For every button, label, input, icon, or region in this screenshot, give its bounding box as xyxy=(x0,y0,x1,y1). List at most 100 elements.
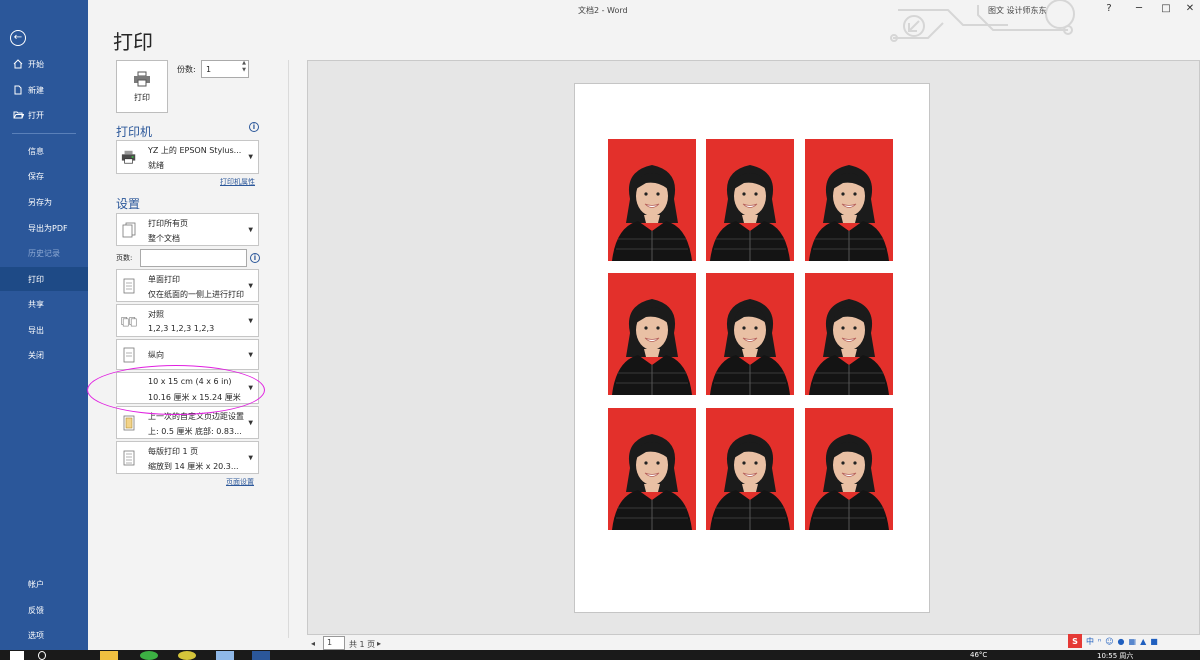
nav-share[interactable]: 共享 xyxy=(0,292,88,316)
nav-label: 信息 xyxy=(28,146,44,156)
maximize-button[interactable]: □ xyxy=(1159,3,1173,14)
id-photo xyxy=(608,408,696,530)
nav-open[interactable]: 打开 xyxy=(0,103,88,127)
help-button[interactable]: ? xyxy=(1102,3,1116,14)
account-name[interactable]: 图文 设计师东东 xyxy=(988,5,1047,16)
clock[interactable]: 10:55 周六 xyxy=(1097,651,1133,660)
microphone-icon[interactable]: ● xyxy=(1118,637,1125,646)
nav-home[interactable]: 开始 xyxy=(0,52,88,76)
back-arrow-icon: ← xyxy=(13,32,23,43)
punctuation-icon[interactable]: ⁿ xyxy=(1098,637,1101,646)
pages-icon xyxy=(121,221,137,239)
margins-icon xyxy=(121,414,137,432)
highlight-ellipse xyxy=(87,365,265,415)
nav-save-as[interactable]: 另存为 xyxy=(0,190,88,214)
nav-export-pdf[interactable]: 导出为PDF xyxy=(0,216,88,240)
print-range-select[interactable]: 打印所有页 整个文档 ▼ xyxy=(116,213,259,246)
dropdown-line2: 整个文档 xyxy=(148,234,180,243)
word-app-icon[interactable] xyxy=(252,651,270,660)
id-photo xyxy=(706,273,794,395)
ime-chinese-icon[interactable]: 中 xyxy=(1086,636,1094,647)
chevron-down-icon: ▼ xyxy=(248,454,253,461)
app-icon[interactable] xyxy=(178,651,196,660)
document-title: 文档2 - Word xyxy=(578,6,628,15)
emoji-icon[interactable]: ☺ xyxy=(1105,637,1113,646)
id-photo xyxy=(608,273,696,395)
print-button[interactable]: 打印 xyxy=(116,60,168,113)
shirt-icon[interactable]: ▲ xyxy=(1140,637,1146,646)
id-photo xyxy=(805,273,893,395)
id-photo xyxy=(805,408,893,530)
title-bar: 文档2 - Word 图文 设计师东东 ? ─ □ ✕ xyxy=(88,0,1200,42)
chevron-down-icon: ▼ xyxy=(248,317,253,324)
page-number-input[interactable]: 1 xyxy=(323,636,345,650)
id-photo xyxy=(706,139,794,261)
file-explorer-icon[interactable] xyxy=(100,651,118,660)
dropdown-line2: 缩放到 14 厘米 x 20.3... xyxy=(148,462,239,471)
nav-save[interactable]: 保存 xyxy=(0,164,88,188)
minimize-button[interactable]: ─ xyxy=(1132,3,1146,14)
spin-up-icon[interactable]: ▲ xyxy=(239,60,249,67)
nav-label: 选项 xyxy=(28,630,44,640)
chevron-down-icon: ▼ xyxy=(248,153,253,161)
nav-account[interactable]: 帐户 xyxy=(0,572,88,596)
nav-label: 导出为PDF xyxy=(28,223,68,233)
printer-device-icon xyxy=(121,148,137,166)
dropdown-line1: 打印所有页 xyxy=(148,219,188,228)
dropdown-line1: 单面打印 xyxy=(148,275,180,284)
dropdown-line2: 1,2,3 1,2,3 1,2,3 xyxy=(148,324,215,333)
copies-label: 份数: xyxy=(177,65,196,74)
home-icon xyxy=(12,58,24,70)
word-backstage: ← 开始 新建 打开 信息 保存 另存为 导出为PDF 历史记录 打印 共享 导… xyxy=(0,0,1200,660)
printer-properties-link[interactable]: 打印机属性 xyxy=(220,177,255,187)
close-button[interactable]: ✕ xyxy=(1183,3,1197,14)
spin-down-icon[interactable]: ▼ xyxy=(239,67,249,74)
previous-page-icon[interactable]: ◂ xyxy=(311,639,315,648)
chevron-down-icon: ▼ xyxy=(248,282,253,289)
browser-icon[interactable] xyxy=(140,651,158,660)
nav-label: 保存 xyxy=(28,171,44,181)
toolbox-icon[interactable]: ■ xyxy=(1150,637,1158,646)
next-page-icon[interactable]: ▸ xyxy=(377,639,381,648)
printer-section-title: 打印机 xyxy=(116,125,153,139)
page-total: 共 1 页 xyxy=(349,640,376,649)
nav-label: 共享 xyxy=(28,299,44,309)
chevron-down-icon: ▼ xyxy=(248,226,253,233)
nav-print[interactable]: 打印 xyxy=(0,267,88,291)
print-pane: 文档2 - Word 图文 设计师东东 ? ─ □ ✕ 打印 打印 份数: 1 … xyxy=(87,0,1200,650)
pages-label: 页数: xyxy=(116,254,133,262)
printer-select[interactable]: YZ 上的 EPSON Stylus... 就绪 ▼ xyxy=(116,140,259,174)
printer-icon xyxy=(134,71,150,86)
dropdown-line1: 对照 xyxy=(148,310,164,319)
info-icon[interactable]: i xyxy=(250,253,260,263)
pages-input[interactable] xyxy=(140,249,247,267)
nav-label: 反馈 xyxy=(28,605,44,615)
keyboard-icon[interactable]: ▦ xyxy=(1129,637,1137,646)
dropdown-line1: 纵向 xyxy=(148,350,164,359)
nav-close[interactable]: 关闭 xyxy=(0,343,88,367)
nav-export[interactable]: 导出 xyxy=(0,318,88,342)
page-setup-link[interactable]: 页面设置 xyxy=(226,477,254,487)
back-button[interactable]: ← xyxy=(10,30,26,46)
app-icon[interactable] xyxy=(216,651,234,660)
sides-select[interactable]: 单面打印 仅在纸面的一侧上进行打印 ▼ xyxy=(116,269,259,302)
sogou-s-icon[interactable]: S xyxy=(1068,634,1082,648)
id-photo xyxy=(706,408,794,530)
search-icon[interactable] xyxy=(38,651,46,660)
taskbar: 46°C 10:55 周六 xyxy=(0,650,1200,660)
sidebar-divider xyxy=(12,133,76,134)
collation-select[interactable]: 对照 1,2,3 1,2,3 1,2,3 ▼ xyxy=(116,304,259,337)
copies-spinner[interactable]: ▲ ▼ xyxy=(239,60,249,74)
windows-start-icon[interactable] xyxy=(10,651,24,660)
nav-feedback[interactable]: 反馈 xyxy=(0,598,88,622)
nav-new[interactable]: 新建 xyxy=(0,78,88,102)
nav-label: 帐户 xyxy=(28,579,44,589)
pages-per-sheet-select[interactable]: 每版打印 1 页 缩放到 14 厘米 x 20.3... ▼ xyxy=(116,441,259,474)
portrait-icon xyxy=(121,346,137,364)
printer-name: YZ 上的 EPSON Stylus... xyxy=(148,146,242,155)
nav-info[interactable]: 信息 xyxy=(0,139,88,163)
info-icon[interactable]: i xyxy=(249,122,259,132)
nav-label: 关闭 xyxy=(28,350,44,360)
id-photo xyxy=(608,139,696,261)
nav-options[interactable]: 选项 xyxy=(0,623,88,647)
